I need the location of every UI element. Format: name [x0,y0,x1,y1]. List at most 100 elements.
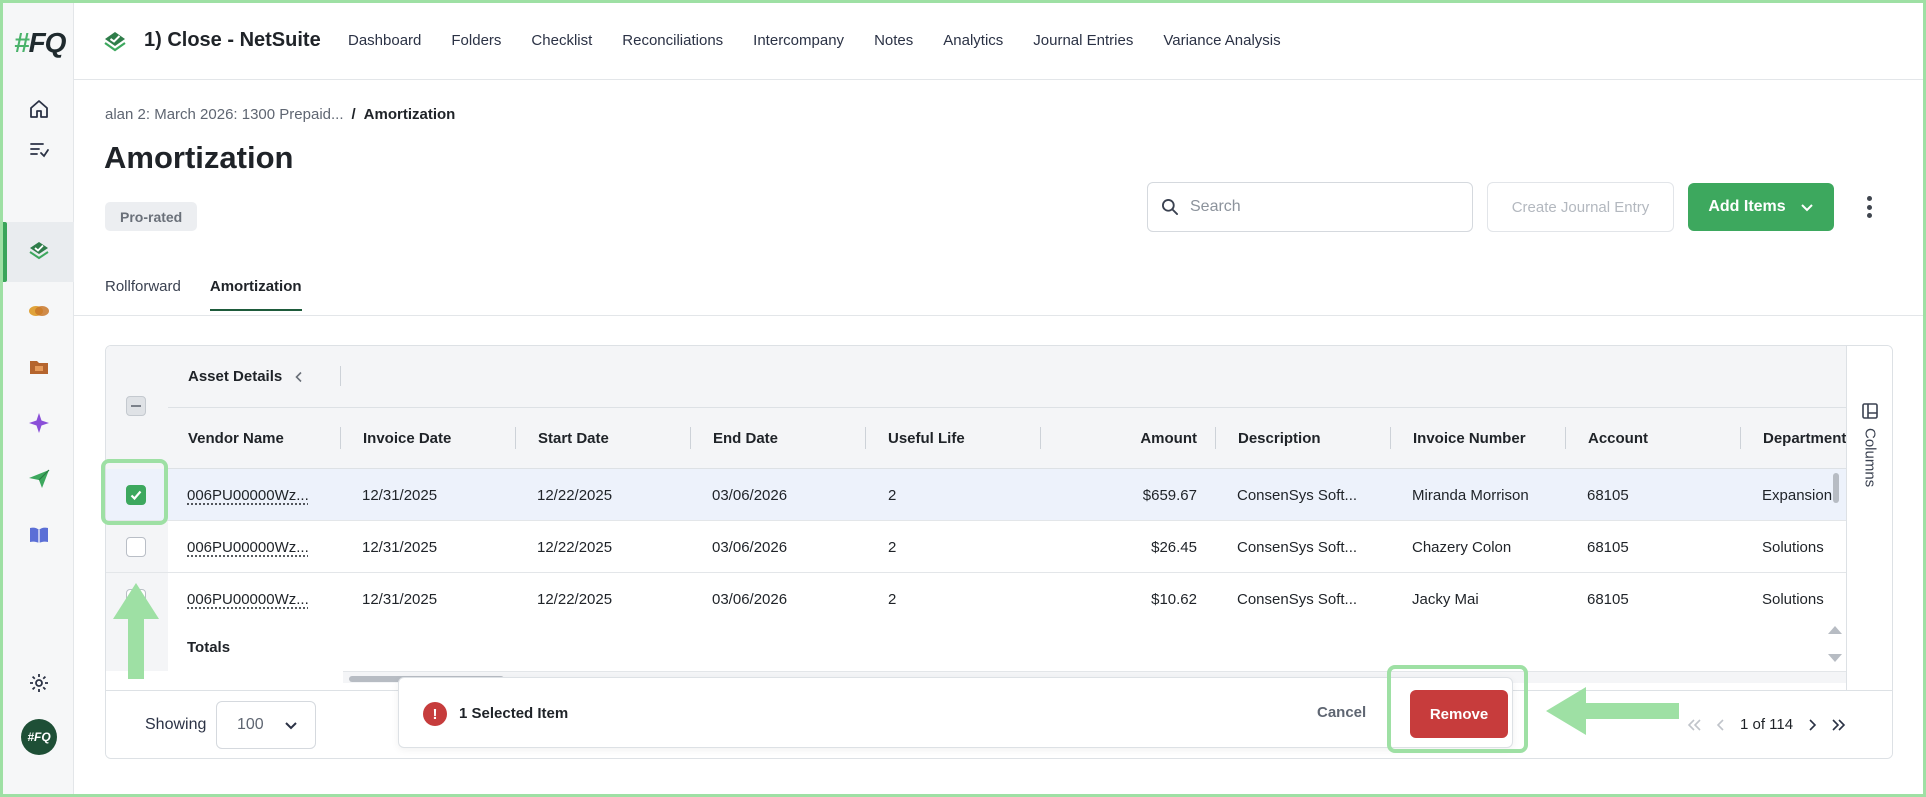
nav-reconciliations[interactable]: Reconciliations [622,32,723,49]
selected-count: 1 Selected Item [459,705,569,722]
cell-vendor-name[interactable]: 006PU00000Wz... [187,521,309,573]
cell-invoice-date: 12/31/2025 [362,590,438,608]
cell-amount: $26.45 [1151,538,1197,556]
brand-logo[interactable]: #FQ [14,27,66,59]
search-input[interactable] [1190,198,1450,216]
column-header-amount[interactable]: Amount [1040,408,1197,469]
chevron-down-icon [284,722,297,730]
columns-panel-toggle[interactable]: Columns [1861,402,1879,487]
cell-account: 68105 [1587,590,1629,608]
totals-label: Totals [187,639,231,656]
intercompany-module-icon[interactable] [21,293,57,329]
cell-invoice-number: Chazery Colon [1412,538,1512,556]
close-module-icon[interactable] [21,233,57,269]
pagination: 1 of 114 [1686,716,1847,733]
nav-journal-entries[interactable]: Journal Entries [1033,32,1133,49]
app-title[interactable]: 1) Close - NetSuite [144,29,321,52]
cell-useful-life: 2 [888,486,897,504]
tab-amortization[interactable]: Amortization [209,278,302,311]
column-resize-handle[interactable] [515,427,516,449]
nav-dashboard[interactable]: Dashboard [348,32,421,49]
nav-folders[interactable]: Folders [451,32,501,49]
columns-side-panel[interactable] [1846,346,1892,690]
select-all-checkbox[interactable] [126,396,146,416]
column-header-end-date[interactable]: End Date [713,408,778,469]
task-list-icon[interactable] [21,131,57,167]
column-header-invoice-number[interactable]: Invoice Number [1413,408,1526,469]
create-journal-entry-button[interactable]: Create Journal Entry [1487,182,1674,232]
arrow-up-annotation-icon [113,583,159,679]
nav-variance-analysis[interactable]: Variance Analysis [1163,32,1280,49]
column-header-department[interactable]: Department [1763,408,1846,469]
highlight-remove-annotation [1387,665,1528,753]
column-header-vendor-name[interactable]: Vendor Name [188,408,284,469]
column-group-header [106,346,1846,408]
cell-invoice-number: Miranda Morrison [1412,486,1529,504]
folder-module-icon[interactable] [21,349,57,385]
highlight-checkbox-annotation [101,459,168,525]
group-asset-details[interactable]: Asset Details [188,368,304,385]
cell-vendor-name[interactable]: 006PU00000Wz... [187,469,309,521]
tab-rollforward[interactable]: Rollforward [105,278,181,311]
column-resize-handle[interactable] [865,427,866,449]
cell-end-date: 03/06/2026 [712,538,788,556]
cell-start-date: 12/22/2025 [537,590,613,608]
cell-invoice-number: Jacky Mai [1412,590,1479,608]
scroll-up-arrow-icon[interactable] [1828,626,1842,634]
search-box[interactable] [1147,182,1473,232]
first-page-icon[interactable] [1686,718,1702,732]
column-resize-handle[interactable] [1740,427,1741,449]
chevron-left-icon[interactable] [294,371,304,383]
row-checkbox[interactable] [126,537,146,557]
send-module-icon[interactable] [21,461,57,497]
vertical-scrollbar-thumb[interactable] [1833,473,1839,503]
arrow-left-annotation-icon [1546,687,1679,735]
selection-action-bar: ! 1 Selected Item Cancel Remove [398,677,1513,748]
column-header-account[interactable]: Account [1588,408,1648,469]
page-size-select[interactable]: 100 [216,701,316,749]
column-resize-handle[interactable] [690,427,691,449]
settings-gear-icon[interactable] [21,665,57,701]
top-navigation: 1) Close - NetSuite Dashboard Folders Ch… [74,3,1923,80]
scroll-down-arrow-icon[interactable] [1828,654,1842,662]
table-row[interactable]: 006PU00000Wz... 12/31/2025 12/22/2025 03… [106,573,1846,625]
column-resize-handle[interactable] [1390,427,1391,449]
column-resize-handle[interactable] [1565,427,1566,449]
next-page-icon[interactable] [1807,718,1817,732]
nav-notes[interactable]: Notes [874,32,913,49]
sparkle-module-icon[interactable] [21,405,57,441]
cell-department: Expansion [1762,486,1833,504]
table-row[interactable]: 006PU00000Wz... 12/31/2025 12/22/2025 03… [106,521,1846,573]
column-header-start-date[interactable]: Start Date [538,408,609,469]
book-module-icon[interactable] [21,517,57,553]
table-row[interactable]: 006PU00000Wz... 12/31/2025 12/22/2025 03… [106,469,1846,521]
page-info: 1 of 114 [1740,716,1794,733]
column-header-description[interactable]: Description [1238,408,1321,469]
cell-vendor-name[interactable]: 006PU00000Wz... [187,573,309,625]
column-header-useful-life[interactable]: Useful Life [888,408,965,469]
data-grid: Asset Details Vendor Name Invoice Date S… [106,346,1846,671]
tabs-divider [74,315,1923,316]
sidebar: #FQ #FQ [3,3,74,794]
user-avatar[interactable]: #FQ [21,719,57,755]
search-icon [1162,199,1178,215]
cell-description: ConsenSys Soft... [1237,486,1358,504]
cell-useful-life: 2 [888,538,897,556]
nav-analytics[interactable]: Analytics [943,32,1003,49]
cancel-button[interactable]: Cancel [1317,704,1366,721]
breadcrumb-parent-link[interactable]: alan 2: March 2026: 1300 Prepaid... [105,106,344,123]
breadcrumb-current: Amortization [363,106,456,123]
add-items-label: Add Items [1708,198,1786,215]
last-page-icon[interactable] [1831,718,1847,732]
add-items-button[interactable]: Add Items [1688,183,1834,231]
home-icon[interactable] [21,91,57,127]
nav-checklist[interactable]: Checklist [531,32,592,49]
column-header-invoice-date[interactable]: Invoice Date [363,408,451,469]
more-options-icon[interactable] [1860,194,1878,220]
column-resize-handle[interactable] [340,427,341,449]
column-resize-handle[interactable] [1215,427,1216,449]
cell-end-date: 03/06/2026 [712,486,788,504]
group-separator [340,366,341,386]
nav-intercompany[interactable]: Intercompany [753,32,844,49]
previous-page-icon[interactable] [1716,718,1726,732]
